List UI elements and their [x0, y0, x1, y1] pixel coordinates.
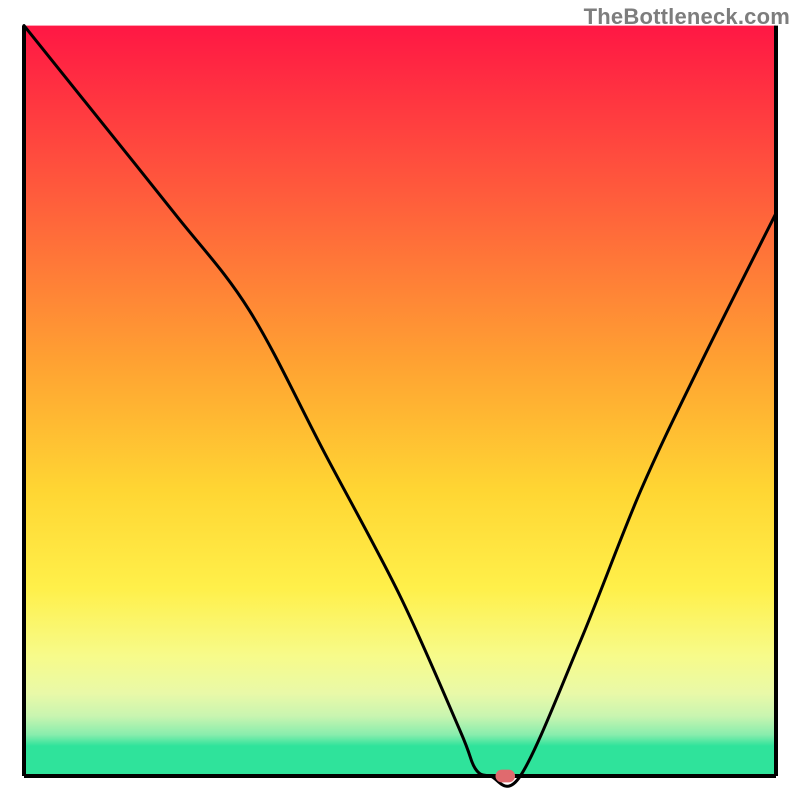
optimal-marker — [496, 770, 516, 783]
chart-container: TheBottleneck.com — [0, 0, 800, 800]
bottleneck-chart — [0, 0, 800, 800]
gradient-background — [24, 26, 776, 776]
